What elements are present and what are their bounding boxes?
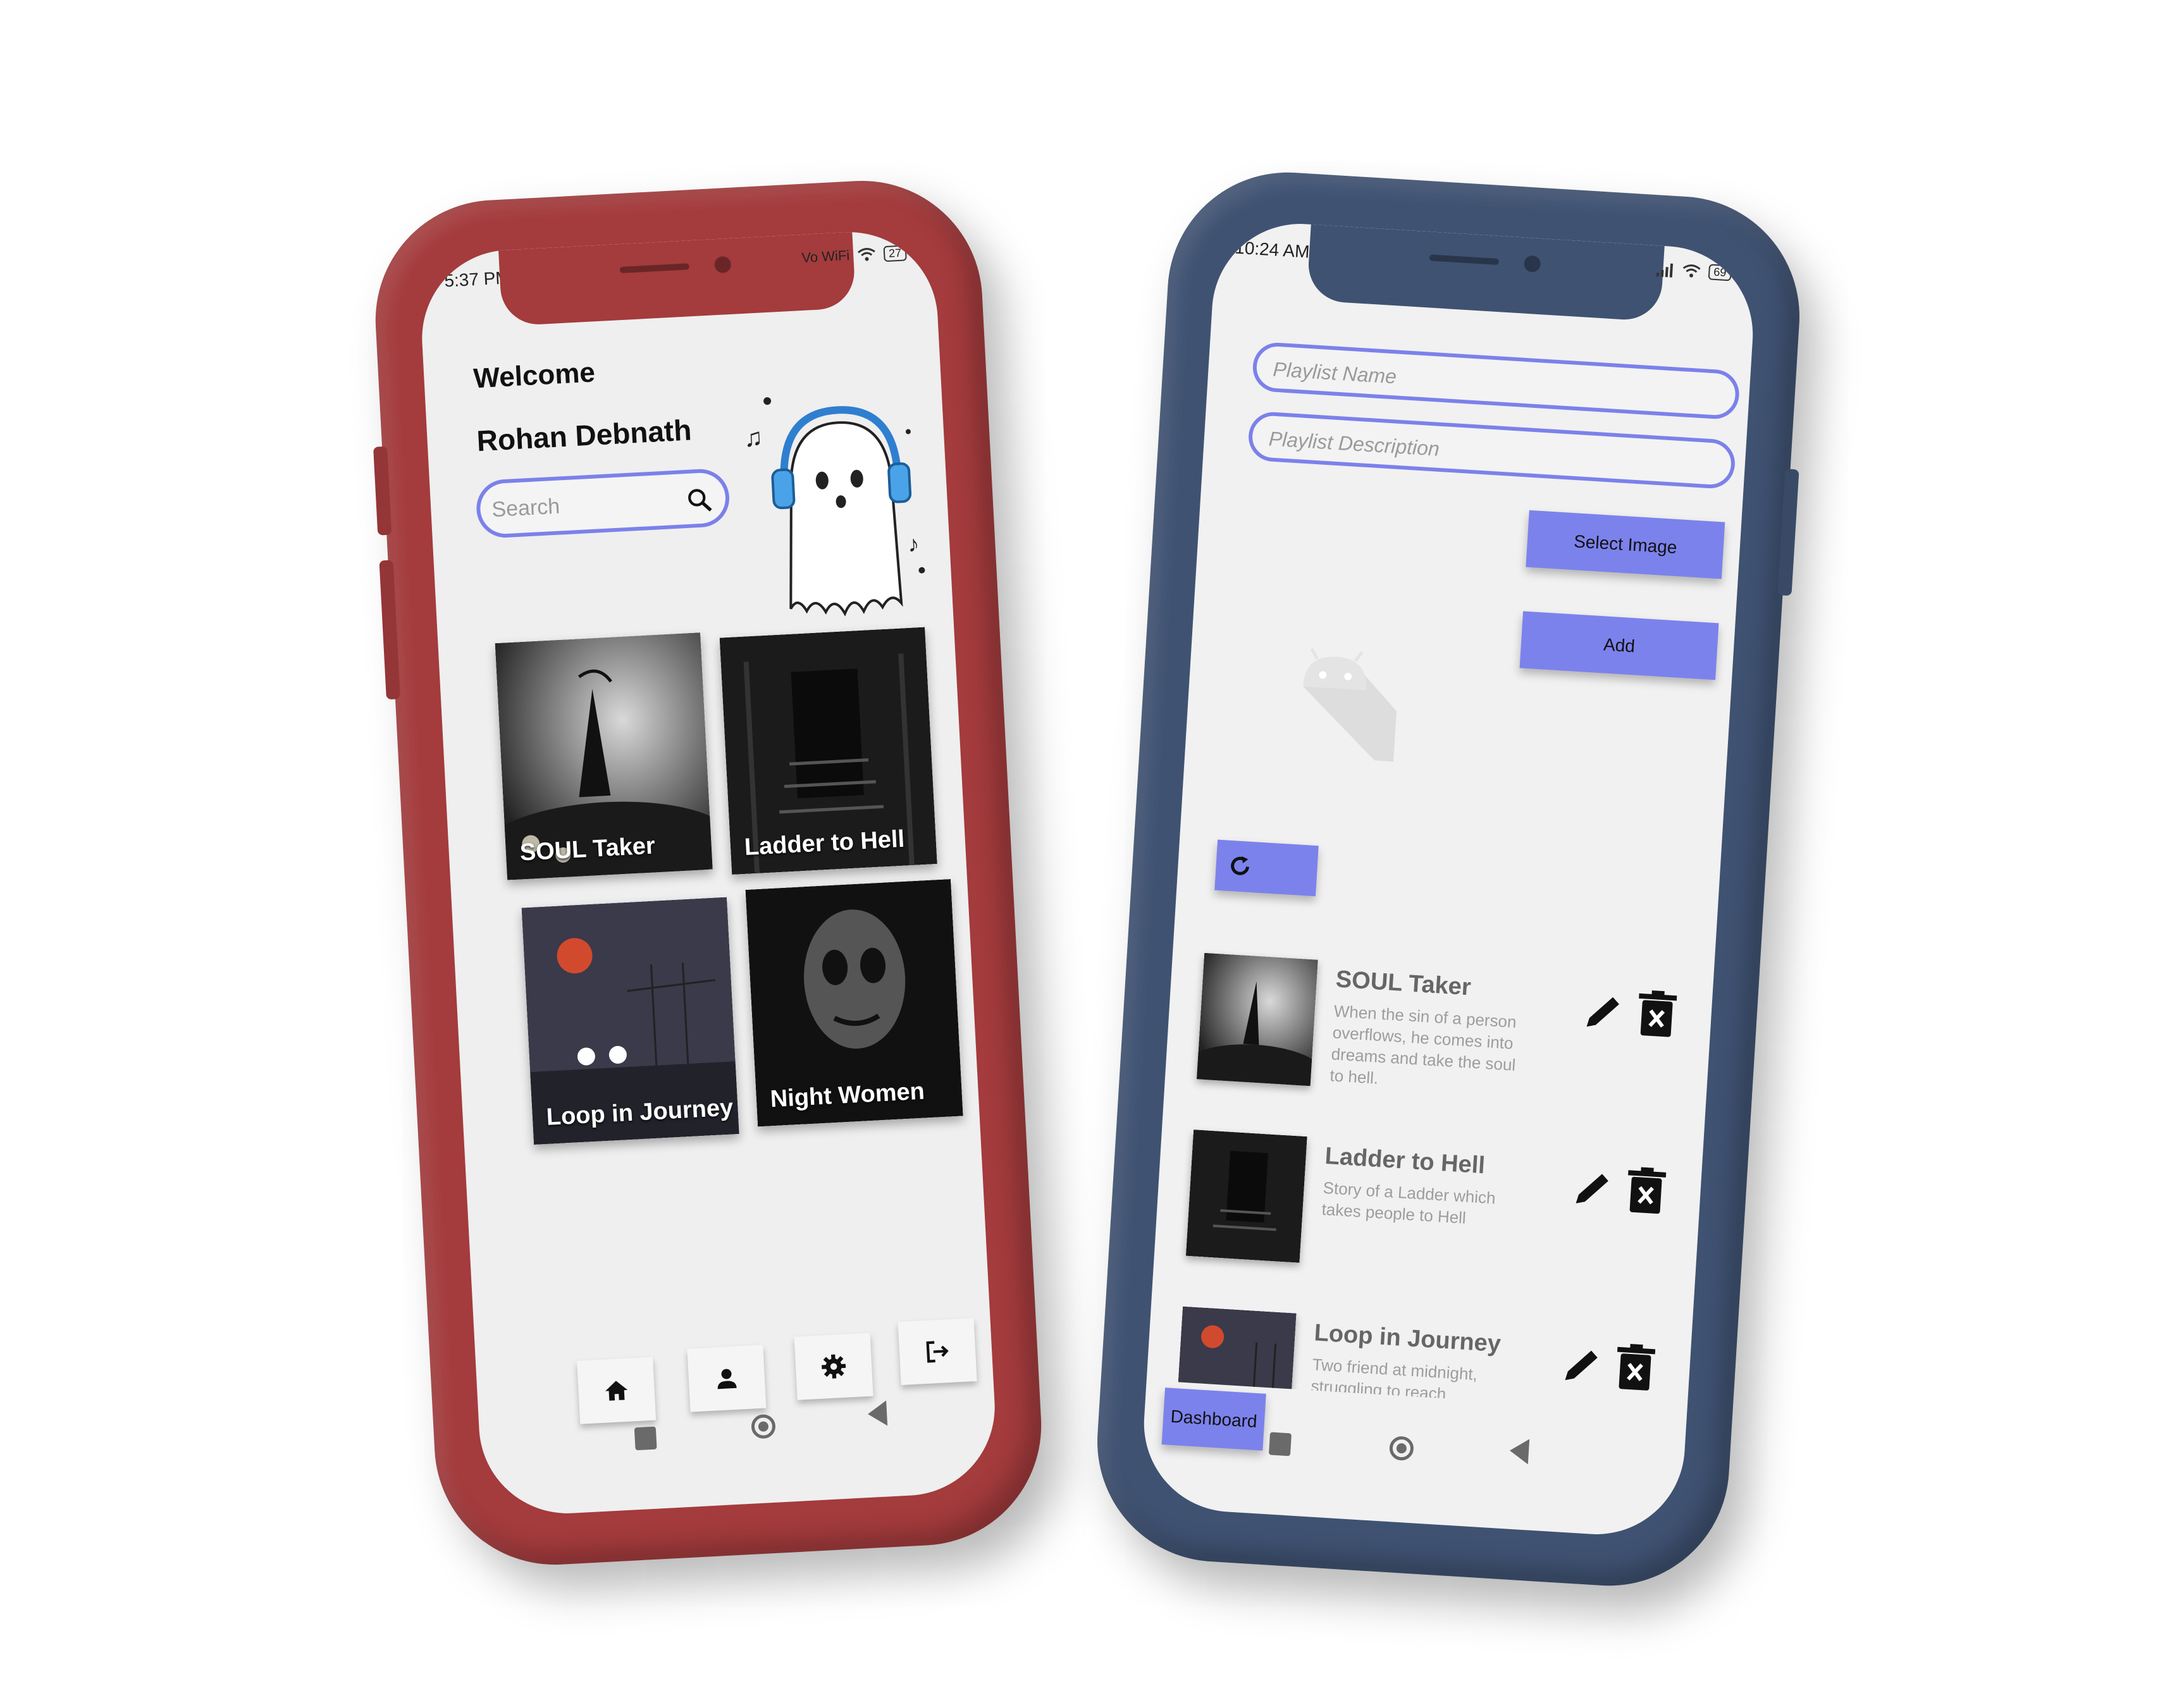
playlist-row[interactable]: SOUL Taker When the sin of a person over… <box>1195 952 1722 1130</box>
wifi-icon <box>1682 264 1701 278</box>
right-phone: 10:24 AM | 0 69 Playlist Name Playlist D… <box>1090 165 1807 1593</box>
playlist-row[interactable]: Ladder to Hell Story of a Ladder which t… <box>1185 1130 1712 1307</box>
search-placeholder: Search <box>491 494 561 522</box>
wifi-icon <box>857 248 875 261</box>
edit-icon[interactable] <box>1569 1166 1615 1212</box>
row-title: Ladder to Hell <box>1324 1142 1486 1179</box>
network-label: Vo WiFi <box>801 247 850 266</box>
search-input[interactable]: Search <box>475 467 731 539</box>
recents-button[interactable] <box>1268 1432 1292 1456</box>
row-title: SOUL Taker <box>1335 966 1472 1001</box>
edit-icon[interactable] <box>1580 988 1627 1035</box>
row-thumbnail <box>1185 1130 1307 1263</box>
speaker <box>1429 254 1500 266</box>
row-title: Loop in Journey <box>1313 1319 1502 1358</box>
playlist-name-field[interactable]: Playlist Name <box>1251 341 1741 421</box>
home-screen: 5:37 PM | 8.2 Vo WiFi 27 Welcome Rohan D… <box>417 228 999 1518</box>
nav-settings-button[interactable] <box>794 1333 873 1400</box>
playlist-description-field[interactable]: Playlist Description <box>1247 410 1737 490</box>
bottom-nav <box>576 1318 977 1424</box>
row-description: Two friend at midnight, struggling to re… <box>1309 1355 1478 1414</box>
ghost-headphones-icon: ♫ ♪ <box>743 397 925 643</box>
delete-icon[interactable] <box>1636 990 1677 1040</box>
search-icon[interactable] <box>686 486 713 514</box>
speaker <box>619 263 690 274</box>
home-system-button[interactable] <box>750 1413 776 1439</box>
home-icon <box>605 1381 628 1401</box>
back-button[interactable] <box>867 1400 888 1427</box>
volume-button <box>373 446 392 536</box>
gear-icon <box>822 1354 846 1379</box>
back-button[interactable] <box>1508 1438 1530 1465</box>
nav-home-button[interactable] <box>577 1357 657 1424</box>
person-icon <box>717 1369 737 1389</box>
select-image-button[interactable]: Select Image <box>1526 510 1725 579</box>
row-thumbnail <box>1196 952 1318 1087</box>
playlist-editor-screen: 10:24 AM | 0 69 Playlist Name Playlist D… <box>1138 218 1758 1540</box>
playlist-card[interactable]: Loop in Journey <box>521 897 739 1145</box>
battery-icon: 27 <box>883 244 907 262</box>
row-description: Story of a Ladder which takes people to … <box>1321 1178 1496 1228</box>
system-nav-bar <box>1142 1424 1684 1495</box>
logout-icon <box>926 1341 949 1363</box>
row-description: When the sin of a person overflows, he c… <box>1329 1001 1517 1088</box>
nav-logout-button[interactable] <box>898 1318 977 1386</box>
recents-button[interactable] <box>634 1426 657 1451</box>
side-button <box>379 560 400 700</box>
playlist-name-placeholder: Playlist Name <box>1272 357 1398 388</box>
camera <box>714 255 732 274</box>
refresh-button[interactable] <box>1214 839 1319 897</box>
left-phone: 5:37 PM | 8.2 Vo WiFi 27 Welcome Rohan D… <box>369 175 1047 1571</box>
svg-text:♪: ♪ <box>907 531 920 557</box>
camera <box>1523 255 1541 273</box>
nav-profile-button[interactable] <box>687 1345 767 1412</box>
playlist-card[interactable]: SOUL Taker <box>495 632 713 880</box>
svg-text:♫: ♫ <box>743 424 763 453</box>
playlist-card[interactable]: Ladder to Hell <box>719 627 937 875</box>
android-placeholder-icon <box>1303 648 1397 762</box>
add-button[interactable]: Add <box>1519 611 1719 680</box>
home-system-button[interactable] <box>1388 1436 1415 1462</box>
system-nav-bar <box>479 1400 997 1474</box>
notch <box>1306 224 1665 322</box>
status-icons: 69 <box>1655 261 1732 281</box>
playlist-description-placeholder: Playlist Description <box>1268 427 1440 460</box>
notch <box>498 231 856 326</box>
edit-icon[interactable] <box>1558 1342 1605 1389</box>
welcome-heading: Welcome <box>472 357 596 395</box>
username: Rohan Debnath <box>476 413 693 458</box>
delete-icon[interactable] <box>1615 1343 1656 1394</box>
playlist-card[interactable]: Night Women <box>745 878 963 1127</box>
battery-icon: 69 <box>1708 264 1732 281</box>
signal-icon <box>1656 263 1674 278</box>
delete-icon[interactable] <box>1626 1166 1667 1217</box>
refresh-icon <box>1231 856 1250 875</box>
side-button <box>1777 469 1799 596</box>
